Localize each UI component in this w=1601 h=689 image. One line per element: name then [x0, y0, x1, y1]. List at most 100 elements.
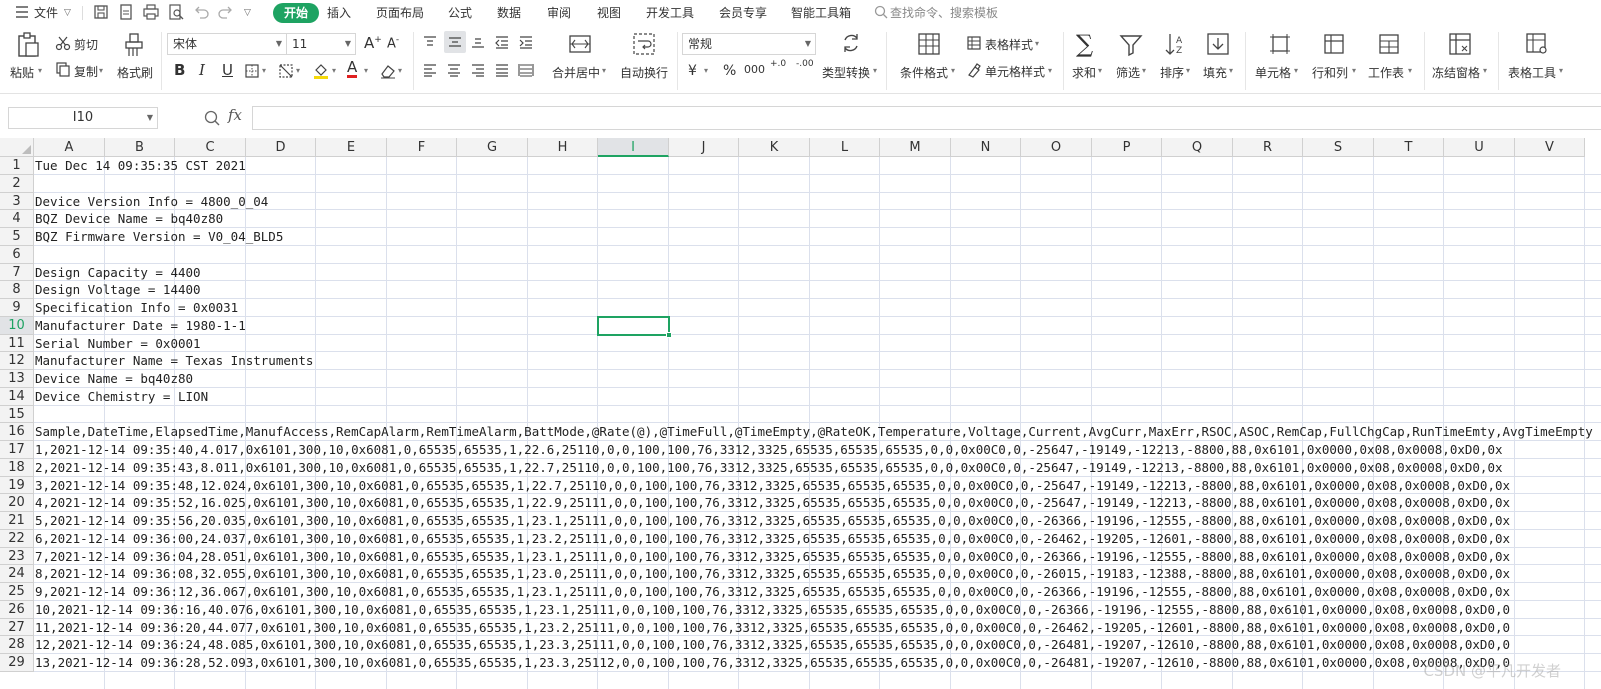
conditional-format-button[interactable]: 条件格式	[900, 64, 948, 81]
column-header-l[interactable]: L	[810, 138, 880, 157]
row-header[interactable]: 22	[0, 530, 34, 548]
row-header[interactable]: 9	[0, 299, 34, 317]
column-header-m[interactable]: M	[880, 138, 951, 157]
column-header-t[interactable]: T	[1374, 138, 1444, 157]
row-header[interactable]: 25	[0, 583, 34, 601]
italic-button[interactable]: I	[199, 61, 205, 79]
column-header-a[interactable]: A	[34, 138, 105, 157]
undo-icon[interactable]	[192, 3, 210, 21]
type-convert-chevron-icon[interactable]: ▾	[873, 66, 877, 75]
active-cell-selection[interactable]	[597, 316, 672, 338]
cell-chevron-icon[interactable]: ▾	[1294, 66, 1298, 75]
cell-a-text[interactable]: 2,2021-12-14 09:35:43,8.011,0x6101,300,1…	[35, 459, 1503, 477]
row-header[interactable]: 4	[0, 210, 34, 228]
font-color-chevron-icon[interactable]: ▾	[364, 66, 368, 75]
row-header[interactable]: 12	[0, 352, 34, 370]
format-painter-button[interactable]: 格式刷	[117, 64, 153, 81]
select-all-corner[interactable]	[0, 138, 34, 157]
column-header-q[interactable]: Q	[1162, 138, 1233, 157]
wrap-text-button[interactable]: 自动换行	[620, 64, 668, 81]
fill-chevron-icon[interactable]: ▾	[1229, 66, 1233, 75]
wrap-text-icon[interactable]	[632, 32, 656, 59]
cell-a-text[interactable]: BQZ Firmware Version = V0_04_BLD5	[35, 228, 283, 246]
merge-center-chevron-icon[interactable]: ▾	[602, 66, 606, 75]
row-header[interactable]: 24	[0, 565, 34, 583]
align-left-icon[interactable]	[422, 63, 438, 80]
row-header[interactable]: 15	[0, 406, 34, 423]
tab-formula[interactable]: 公式	[448, 4, 472, 22]
cell-a-text[interactable]: 11,2021-12-14 09:36:20,44.077,0x6101,300…	[35, 619, 1510, 637]
conditional-format-chevron-icon[interactable]: ▾	[951, 66, 955, 75]
increase-indent-icon[interactable]	[518, 35, 534, 52]
search-icon[interactable]	[873, 4, 891, 22]
fill-color-icon[interactable]	[312, 61, 330, 82]
currency-chevron-icon[interactable]: ▾	[704, 66, 708, 75]
table-style-button[interactable]: 表格样式	[985, 36, 1033, 53]
cell-a-text[interactable]: BQZ Device Name = bq40z80	[35, 210, 223, 228]
column-header-b[interactable]: B	[105, 138, 175, 157]
justify-icon[interactable]	[494, 63, 510, 80]
filter-icon[interactable]	[1119, 33, 1143, 60]
cell-style-button[interactable]: 单元格样式	[985, 63, 1045, 80]
cell-a-text[interactable]: Device Name = bq40z80	[35, 370, 193, 388]
cell-a-text[interactable]: 7,2021-12-14 09:36:04,28.051,0x6101,300,…	[35, 548, 1510, 566]
tab-developer[interactable]: 开发工具	[646, 4, 694, 22]
copy-button[interactable]: 复制	[74, 63, 98, 80]
align-bottom-icon[interactable]	[470, 35, 486, 52]
cell-a-text[interactable]: Device Chemistry = LION	[35, 388, 208, 406]
type-convert-icon[interactable]	[840, 32, 862, 57]
print-preview-icon[interactable]	[167, 3, 185, 21]
percent-button[interactable]: %	[723, 63, 736, 79]
align-right-icon[interactable]	[470, 63, 486, 80]
cell-a-text[interactable]: 1,2021-12-14 09:35:40,4.017,0x6101,300,1…	[35, 441, 1503, 459]
increase-decimal-button[interactable]: +.0	[770, 59, 786, 69]
function-icon[interactable]: fx	[228, 106, 242, 124]
hamburger-menu-icon[interactable]	[14, 3, 32, 21]
distributed-align-icon[interactable]	[518, 63, 534, 80]
font-name-select[interactable]: 宋体 ▼	[167, 33, 287, 55]
freeze-panes-icon[interactable]	[1448, 32, 1472, 59]
table-style-chevron-icon[interactable]: ▾	[1035, 39, 1039, 48]
paste-icon[interactable]	[16, 32, 40, 61]
number-format-select[interactable]: 常规 ▼	[682, 33, 816, 55]
row-col-chevron-icon[interactable]: ▾	[1352, 66, 1356, 75]
fill-handle[interactable]	[666, 332, 672, 338]
row-header[interactable]: 20	[0, 494, 34, 512]
cell-button[interactable]: 单元格	[1255, 64, 1291, 81]
table-tools-button[interactable]: 表格工具	[1508, 64, 1556, 81]
fill-button[interactable]: 填充	[1203, 64, 1227, 81]
tab-member[interactable]: 会员专享	[719, 4, 767, 22]
column-header-i[interactable]: I	[598, 138, 669, 157]
align-middle-icon[interactable]	[444, 31, 466, 53]
spreadsheet-grid[interactable]: A B C D E F G H I J K L M N O P Q R S T U V 1 Tue Dec 14 09:35:…	[0, 138, 1601, 689]
column-header-g[interactable]: G	[457, 138, 528, 157]
sum-icon[interactable]: ∑	[1076, 30, 1093, 58]
row-col-button[interactable]: 行和列	[1312, 64, 1348, 81]
command-search-input[interactable]: 查找命令、搜索模板	[890, 4, 998, 22]
merge-center-button[interactable]: 合并居中	[552, 64, 600, 81]
row-col-icon[interactable]	[1322, 32, 1346, 59]
quick-access-chevron-icon[interactable]: ▽	[244, 4, 251, 22]
row-header[interactable]: 14	[0, 388, 34, 406]
merge-center-icon[interactable]	[568, 32, 592, 59]
row-header[interactable]: 7	[0, 264, 34, 281]
decrease-indent-icon[interactable]	[494, 35, 510, 52]
underline-button[interactable]: U	[222, 61, 233, 79]
column-header-r[interactable]: R	[1233, 138, 1303, 157]
cell-a-text[interactable]: Sample,DateTime,ElapsedTime,ManufAccess,…	[35, 423, 1593, 441]
row-header[interactable]: 8	[0, 281, 34, 299]
column-header-c[interactable]: C	[175, 138, 246, 157]
cell-a-text[interactable]: Manufacturer Date = 1980-1-1	[35, 317, 246, 335]
row-header[interactable]: 5	[0, 228, 34, 246]
redo-icon[interactable]	[217, 3, 235, 21]
save-icon[interactable]	[92, 3, 110, 21]
worksheet-chevron-icon[interactable]: ▾	[1408, 66, 1412, 75]
column-header-v[interactable]: V	[1515, 138, 1585, 157]
sum-button[interactable]: 求和	[1072, 64, 1096, 81]
tab-home[interactable]: 开始	[273, 3, 319, 23]
bold-button[interactable]: B	[174, 61, 185, 79]
decrease-font-icon[interactable]: A-	[387, 35, 399, 51]
tab-page-layout[interactable]: 页面布局	[376, 4, 424, 22]
align-top-icon[interactable]	[422, 35, 438, 52]
column-header-u[interactable]: U	[1444, 138, 1515, 157]
